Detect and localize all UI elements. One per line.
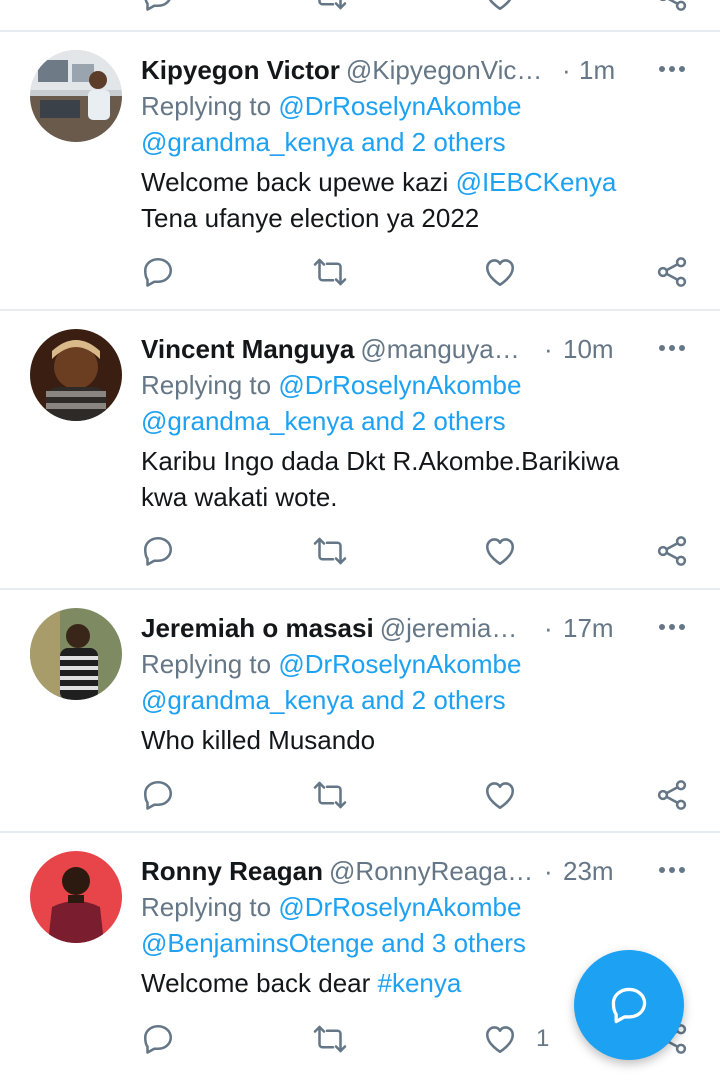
- heart-icon[interactable]: [482, 533, 518, 569]
- user-handle[interactable]: @manguya…: [360, 334, 519, 364]
- user-handle[interactable]: @jeremia…: [380, 613, 518, 643]
- tweet[interactable]: Jeremiah o masasi @jeremia… · 17m Replyin…: [0, 590, 720, 831]
- user-name[interactable]: Kipyegon Victor: [141, 55, 340, 85]
- replying-prefix: Replying to: [141, 649, 272, 679]
- replying-to: Replying to @DrRoselynAkombe @grandma_ke…: [141, 367, 701, 439]
- replying-prefix: Replying to: [141, 892, 272, 922]
- tweet-text-line: Welcome back dear: [141, 968, 378, 998]
- avatar[interactable]: [30, 50, 122, 142]
- tweet-header: Kipyegon Victor @KipyegonVic… · 1m: [141, 52, 701, 88]
- separator-dot: ·: [544, 613, 553, 643]
- user-name[interactable]: Ronny Reagan: [141, 856, 323, 886]
- tweet-text-line: Tena ufanye election ya 2022: [141, 203, 480, 233]
- tweet-text-line: Welcome back upewe kazi: [141, 167, 456, 197]
- replying-prefix: Replying to: [141, 370, 272, 400]
- mention-link[interactable]: @DrRoselynAkombe: [278, 649, 521, 679]
- timestamp[interactable]: 1m: [579, 52, 615, 88]
- avatar[interactable]: [30, 851, 122, 943]
- mention-others-link[interactable]: @grandma_kenya and 2 others: [141, 127, 506, 157]
- tweet-text: Who killed Musando: [141, 722, 701, 758]
- retweet-icon[interactable]: [312, 777, 348, 813]
- more-options-icon[interactable]: [656, 863, 688, 877]
- heart-icon[interactable]: [482, 0, 518, 14]
- user-handle[interactable]: @RonnyReaga…: [329, 856, 533, 886]
- tweet[interactable]: Kipyegon Victor @KipyegonVic… · 1m Replyi…: [0, 32, 720, 309]
- previous-tweet-actions: [0, 0, 720, 30]
- share-icon[interactable]: [654, 254, 690, 290]
- tweet-text-line: kwa wakati wote.: [141, 482, 338, 512]
- heart-icon[interactable]: [482, 777, 518, 813]
- retweet-icon[interactable]: [312, 254, 348, 290]
- compose-reply-icon: [611, 987, 647, 1024]
- timestamp[interactable]: 10m: [563, 331, 614, 367]
- reply-icon[interactable]: [140, 533, 176, 569]
- tweet-text-line: Who killed Musando: [141, 725, 376, 755]
- user-handle[interactable]: @KipyegonVic…: [346, 55, 542, 85]
- replying-to: Replying to @DrRoselynAkombe @grandma_ke…: [141, 88, 701, 160]
- tweet-header: Jeremiah o masasi @jeremia… · 17m: [141, 610, 701, 646]
- share-icon[interactable]: [654, 533, 690, 569]
- separator-dot: ·: [562, 55, 571, 85]
- mention-others-link[interactable]: @grandma_kenya and 2 others: [141, 406, 506, 436]
- user-name[interactable]: Jeremiah o masasi: [141, 613, 374, 643]
- tweet-text: Karibu Ingo dada Dkt R.Akombe.Barikiwa k…: [141, 443, 701, 515]
- separator-dot: ·: [544, 334, 553, 364]
- tweet-actions: [0, 533, 720, 573]
- mention-link[interactable]: @DrRoselynAkombe: [278, 370, 521, 400]
- tweet-header: Vincent Manguya @manguya… · 10m: [141, 331, 701, 367]
- more-options-icon[interactable]: [656, 62, 688, 76]
- mention-link[interactable]: @DrRoselynAkombe: [278, 91, 521, 121]
- more-options-icon[interactable]: [656, 341, 688, 355]
- tweet[interactable]: Vincent Manguya @manguya… · 10m Replying …: [0, 311, 720, 588]
- mention-link[interactable]: @DrRoselynAkombe: [278, 892, 521, 922]
- mention-link[interactable]: @IEBCKenya: [456, 167, 617, 197]
- heart-icon[interactable]: [482, 1021, 518, 1057]
- mention-others-link[interactable]: @BenjaminsOtenge and 3 others: [141, 928, 526, 958]
- tweet-actions: [0, 777, 720, 817]
- tweet-text-line: Karibu Ingo dada Dkt R.Akombe.Barikiwa: [141, 446, 620, 476]
- separator-dot: ·: [544, 856, 553, 886]
- reply-icon[interactable]: [140, 0, 176, 14]
- user-name[interactable]: Vincent Manguya: [141, 334, 354, 364]
- reply-icon[interactable]: [140, 1021, 176, 1057]
- reply-icon[interactable]: [140, 777, 176, 813]
- tweet-text: Welcome back upewe kazi @IEBCKenya Tena …: [141, 164, 701, 236]
- reply-icon[interactable]: [140, 254, 176, 290]
- hashtag-link[interactable]: #kenya: [378, 968, 462, 998]
- timestamp[interactable]: 17m: [563, 610, 614, 646]
- timestamp[interactable]: 23m: [563, 853, 614, 889]
- retweet-icon[interactable]: [312, 0, 348, 14]
- share-icon[interactable]: [654, 0, 690, 14]
- more-options-icon[interactable]: [656, 620, 688, 634]
- avatar[interactable]: [30, 329, 122, 421]
- retweet-icon[interactable]: [312, 1021, 348, 1057]
- tweet-header: Ronny Reagan @RonnyReaga… · 23m: [141, 853, 701, 889]
- avatar[interactable]: [30, 608, 122, 700]
- replying-prefix: Replying to: [141, 91, 272, 121]
- retweet-icon[interactable]: [312, 533, 348, 569]
- heart-icon[interactable]: [482, 254, 518, 290]
- share-icon[interactable]: [654, 777, 690, 813]
- tweet-actions: [0, 254, 720, 294]
- mention-others-link[interactable]: @grandma_kenya and 2 others: [141, 685, 506, 715]
- replying-to: Replying to @DrRoselynAkombe @grandma_ke…: [141, 646, 701, 718]
- compose-reply-button[interactable]: [574, 950, 684, 1060]
- like-count: 1: [536, 1025, 550, 1052]
